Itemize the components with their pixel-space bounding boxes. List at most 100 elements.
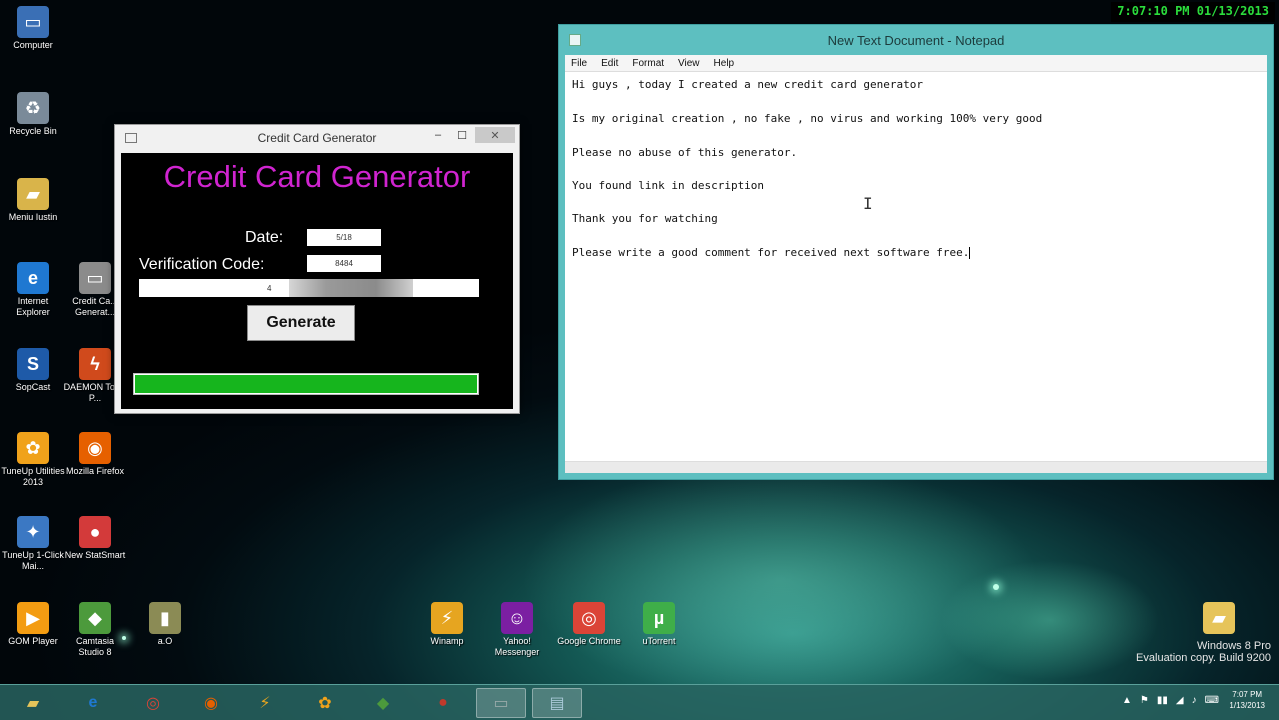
desktop-icon-label: Internet Explorer	[16, 296, 50, 317]
text-line: Hi guys , today I created a new credit c…	[572, 78, 923, 91]
taskbar-internet-explorer-button[interactable]: e	[68, 688, 118, 718]
taskbar-credit-card-generator-button[interactable]: ▭	[476, 688, 526, 718]
folder-icon: ▰	[1203, 602, 1235, 634]
background-star	[993, 584, 999, 590]
date-field[interactable]: 5/18	[307, 229, 381, 246]
clock-date: 1/13/2013	[1229, 701, 1265, 710]
notepad-window-title: New Text Document - Notepad	[827, 33, 1005, 48]
desktop-icon[interactable]: ▶ GOM Player	[0, 602, 66, 647]
maximize-button[interactable]: ☐	[451, 127, 473, 143]
internet-explorer-icon: e	[17, 262, 49, 294]
card-number-field[interactable]: 4	[139, 279, 479, 297]
desktop-icon[interactable]: ◆ Camtasia Studio 8	[62, 602, 128, 658]
credit-card-generator-icon: ▭	[79, 262, 111, 294]
show-hidden-icons-icon[interactable]: ▲	[1122, 695, 1132, 706]
desktop-icon[interactable]: ♻ Recycle Bin	[0, 92, 66, 137]
system-tray: ▲ ⚑ ▮▮ ◢ ♪ ⌨	[1122, 695, 1219, 706]
desktop-icon-label: Google Chrome	[557, 636, 621, 646]
keyboard-icon[interactable]: ⌨	[1205, 695, 1219, 706]
tuneup-utilities-icon: ✿	[318, 695, 332, 712]
desktop-icon-label: New StatSmart	[64, 550, 126, 560]
internet-explorer-icon: e	[88, 694, 98, 711]
desktop-icon[interactable]: ◉ Mozilla Firefox	[62, 432, 128, 477]
utorrent-icon: µ	[643, 602, 675, 634]
sopcast-icon: S	[17, 348, 49, 380]
menu-item-file[interactable]: File	[571, 58, 587, 69]
taskbar-clock[interactable]: 7:07 PM 1/13/2013	[1229, 689, 1265, 711]
text-line: Is my original creation , no fake , no v…	[572, 112, 1042, 125]
recorder-icon: ●	[438, 694, 448, 711]
progress-bar	[133, 373, 479, 395]
desktop-icon-label: Meniu Iustin	[8, 212, 58, 222]
taskbar-firefox-button[interactable]: ◉	[186, 688, 236, 718]
desktop-icon[interactable]: ▭ Computer	[0, 6, 66, 51]
camtasia-icon: ◆	[376, 695, 390, 712]
taskbar-recorder-button[interactable]: ●	[418, 688, 468, 718]
desktop-icon[interactable]: ▰	[1186, 602, 1252, 636]
clock-time: 7:07 PM	[1232, 690, 1263, 699]
text-line: Please no abuse of this generator.	[572, 146, 797, 159]
notepad-window[interactable]: New Text Document - Notepad File Edit Form…	[558, 24, 1274, 480]
taskbar-tuneup-button[interactable]: ✿	[300, 688, 350, 718]
horizontal-scrollbar[interactable]	[565, 461, 1267, 473]
desktop-icon[interactable]: ⚡ Winamp	[414, 602, 480, 647]
close-button[interactable]: ✕	[475, 127, 515, 143]
taskbar: ▰ e ◎ ◉ ⚡ ✿ ◆ ● ▭ ▤ ▲ ⚑ ▮▮ ◢ ♪ ⌨ 7:07 PM 1/13/2013	[0, 684, 1279, 720]
text-line-content: Please no abuse of this generator.	[572, 146, 798, 159]
chrome-icon: ◎	[146, 695, 160, 712]
desktop-icon[interactable]: ▰ Meniu Iustin	[0, 178, 66, 223]
volume-icon[interactable]: ♪	[1192, 695, 1197, 706]
desktop-icon[interactable]: ◎ Google Chrome	[556, 602, 622, 647]
desktop-icon-label: uTorrent	[642, 636, 676, 646]
taskbar-camtasia-button[interactable]: ◆	[358, 688, 408, 718]
text-line-content: You found link in description	[572, 179, 765, 192]
action-center-icon[interactable]: ⚑	[1140, 695, 1149, 706]
menu-item-help[interactable]: Help	[714, 58, 735, 69]
desktop-icon[interactable]: µ uTorrent	[626, 602, 692, 647]
tuneup-utilities-icon: ✿	[17, 432, 49, 464]
desktop-icon[interactable]: ✦ TuneUp 1-Click Mai...	[0, 516, 66, 572]
desktop-icon[interactable]: ☺ Yahoo! Messenger	[484, 602, 550, 658]
desktop-icon-label: Mozilla Firefox	[65, 466, 124, 476]
desktop-icon[interactable]: ✿ TuneUp Utilities 2013	[0, 432, 66, 488]
menu-item-view[interactable]: View	[678, 58, 700, 69]
menu-item-format[interactable]: Format	[632, 58, 664, 69]
firefox-icon: ◉	[79, 432, 111, 464]
menu-item-edit[interactable]: Edit	[601, 58, 618, 69]
notepad-menubar: File Edit Format View Help	[565, 55, 1267, 71]
desktop-icon[interactable]: ▮ a.O	[132, 602, 198, 647]
credit-card-generator-icon: ▭	[493, 695, 509, 712]
desktop-icon-label: Camtasia Studio 8	[75, 636, 114, 657]
chrome-icon: ◎	[573, 602, 605, 634]
date-label: Date:	[245, 229, 284, 246]
taskbar-winamp-button[interactable]: ⚡	[240, 688, 290, 718]
credit-card-generator-window[interactable]: Credit Card Generator – ☐ ✕ Credit Card …	[114, 124, 520, 414]
desktop-icon-label: Computer	[13, 40, 53, 50]
camtasia-icon: ◆	[79, 602, 111, 634]
taskbar-file-explorer-button[interactable]: ▰	[8, 688, 58, 718]
minimize-button[interactable]: –	[427, 127, 449, 143]
text-caret	[969, 247, 971, 259]
desktop-icon-label: Recycle Bin	[9, 126, 57, 136]
folder-icon: ▰	[26, 695, 40, 712]
desktop-icon[interactable]: S SopCast	[0, 348, 66, 393]
taskbar-chrome-button[interactable]: ◎	[128, 688, 178, 718]
text-line-content: Please write a good comment for received…	[572, 246, 970, 259]
desktop-icon-label: a.O	[157, 636, 173, 646]
folder-icon: ▮	[149, 602, 181, 634]
notepad-titlebar[interactable]: New Text Document - Notepad	[559, 25, 1273, 55]
desktop-icon[interactable]: ● New StatSmart	[62, 516, 128, 561]
verification-code-field[interactable]: 8484	[307, 255, 381, 272]
desktop-icon[interactable]: e Internet Explorer	[0, 262, 66, 318]
notepad-text-area[interactable]: I Hi guys , today I created a new credit…	[565, 71, 1267, 473]
network-icon[interactable]: ◢	[1176, 695, 1184, 706]
taskbar-notepad-button[interactable]: ▤	[532, 688, 582, 718]
ccg-titlebar[interactable]: Credit Card Generator – ☐ ✕	[115, 125, 519, 151]
card-number-value: 4	[267, 283, 272, 293]
text-line-content: Hi guys , today I created a new credit c…	[572, 78, 923, 91]
folder-icon: ▰	[17, 178, 49, 210]
generate-button[interactable]: Generate	[247, 305, 355, 341]
battery-icon[interactable]: ▮▮	[1157, 695, 1168, 706]
text-line: You found link in description	[572, 179, 764, 192]
winamp-icon: ⚡	[259, 695, 271, 712]
